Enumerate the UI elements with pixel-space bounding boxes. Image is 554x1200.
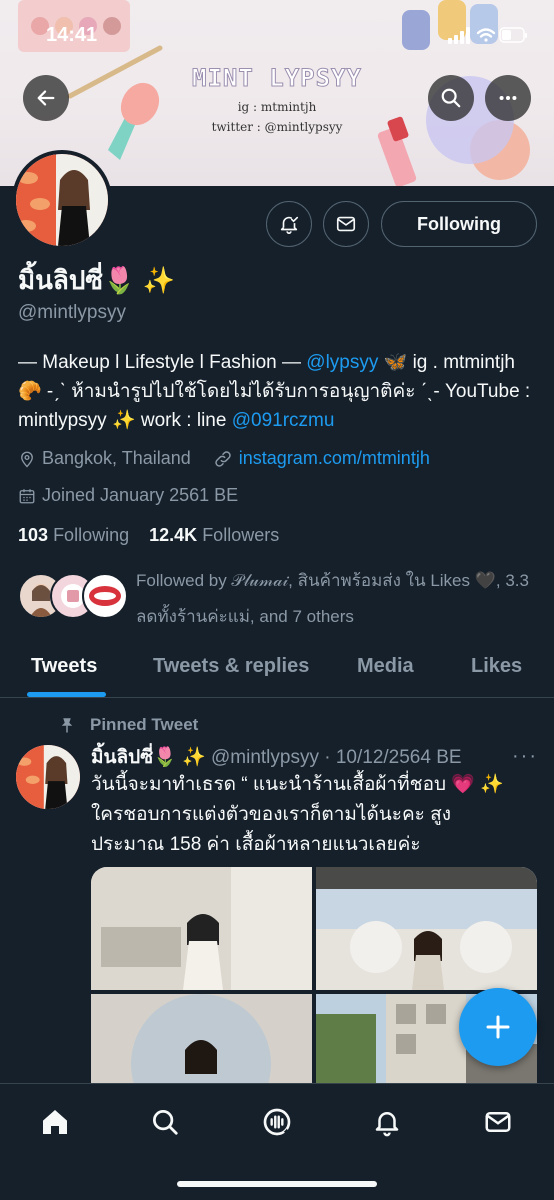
tweet-media-image[interactable] (316, 867, 537, 990)
profile-tabs: Tweets Tweets & replies Media Likes (0, 640, 554, 698)
bio-text: — Makeup l Lifestyle l Fashion — (18, 352, 307, 373)
nav-search[interactable] (145, 1102, 185, 1142)
message-button[interactable] (323, 201, 369, 247)
home-icon (43, 1110, 67, 1134)
nav-messages[interactable] (478, 1102, 518, 1142)
link-icon (215, 450, 231, 467)
avatar (82, 573, 128, 619)
avatar-photo (16, 745, 80, 809)
following-count-link[interactable]: 103 Following (18, 525, 129, 545)
compose-plus-icon (486, 1015, 510, 1039)
active-tab-indicator (27, 692, 106, 697)
tab-tweets-and-replies[interactable]: Tweets & replies (153, 640, 309, 698)
following-label: Following (53, 525, 130, 545)
profile-meta-location-row: Bangkok, Thailand instagram.com/mtmintjh (18, 448, 430, 469)
more-horizontal-icon (499, 95, 517, 101)
profile-website-link[interactable]: instagram.com/mtmintjh (239, 448, 430, 469)
tab-media[interactable]: Media (357, 640, 414, 698)
tweet-author-name[interactable]: มิ้นลิปซี่🌷 ✨ (91, 747, 206, 768)
search-icon (153, 1110, 178, 1135)
status-icons (448, 27, 527, 44)
tweet-media-image[interactable] (91, 867, 312, 990)
location-pin-icon (21, 451, 33, 467)
status-time: 14:41 (46, 24, 98, 46)
home-indicator (177, 1181, 377, 1187)
profile-handle: @mintlypsyy (18, 302, 126, 323)
wifi-icon (476, 28, 496, 42)
pin-icon (61, 718, 73, 733)
tweet-text: วันนี้จะมาทำเธรด “ แนะนำร้านเสื้อผ้าที่ช… (91, 774, 504, 855)
nav-home[interactable] (35, 1102, 75, 1142)
tweet-header: มิ้นลิปซี่🌷 ✨ @mintlypsyy · 10/12/2564 B… (91, 742, 462, 772)
notifications-toggle-button[interactable] (266, 201, 312, 247)
profile-stats: 103 Following 12.4K Followers (18, 525, 279, 546)
pinned-text: Pinned Tweet (90, 715, 199, 734)
profile-bio: — Makeup l Lifestyle l Fashion — @lypsyy… (18, 348, 543, 435)
tweet-more-button[interactable]: ··· (512, 745, 538, 768)
compose-tweet-button[interactable] (459, 988, 537, 1066)
bio-mention-link[interactable]: @lypsyy (306, 352, 378, 373)
display-name: มิ้นลิปซี่🌷 ✨ (18, 265, 175, 295)
followers-count: 12.4K (149, 525, 198, 545)
signal-icon (448, 27, 470, 44)
battery-icon (499, 27, 527, 43)
tweet-avatar[interactable] (16, 745, 80, 809)
nav-spaces[interactable] (257, 1102, 297, 1142)
following-button[interactable]: Following (381, 201, 537, 247)
profile-meta-joined-row: Joined January 2561 BE (18, 485, 238, 506)
bell-check-icon (280, 216, 299, 234)
followers-label: Followers (202, 525, 280, 545)
avatar-photo (16, 154, 108, 246)
tab-likes[interactable]: Likes (471, 640, 522, 698)
profile-joined-date: Joined January 2561 BE (42, 485, 239, 505)
more-button[interactable] (485, 75, 531, 121)
profile-location: Bangkok, Thailand (42, 448, 191, 468)
nav-notifications[interactable] (367, 1102, 407, 1142)
spaces-icon (263, 1108, 291, 1136)
mail-icon (336, 216, 356, 232)
following-count: 103 (18, 525, 49, 545)
tweet-media-image[interactable] (91, 994, 312, 1083)
mail-icon (485, 1112, 511, 1132)
tab-tweets[interactable]: Tweets (31, 640, 97, 698)
profile-avatar[interactable] (12, 150, 112, 250)
followed-by-avatars[interactable] (18, 573, 128, 621)
tweet-handle-date: @mintlypsyy · 10/12/2564 BE (205, 747, 462, 768)
pinned-tweet-label: Pinned Tweet (58, 715, 198, 735)
followers-count-link[interactable]: 12.4K Followers (149, 525, 279, 545)
banner-twitter-text: twitter : @mintlypsyy (211, 120, 343, 134)
arrow-left-icon (37, 90, 55, 106)
bio-mention-link[interactable]: @091rczmu (232, 410, 335, 431)
search-icon (441, 88, 461, 108)
back-button[interactable] (23, 75, 69, 121)
bell-icon (375, 1112, 399, 1137)
calendar-icon (19, 488, 35, 503)
search-button[interactable] (428, 75, 474, 121)
followed-by-text[interactable]: Followed by 𝒫𝓁𝓊𝓂𝒶𝒾, สินค้าพร้อมส่ง ใน Li… (136, 563, 536, 635)
